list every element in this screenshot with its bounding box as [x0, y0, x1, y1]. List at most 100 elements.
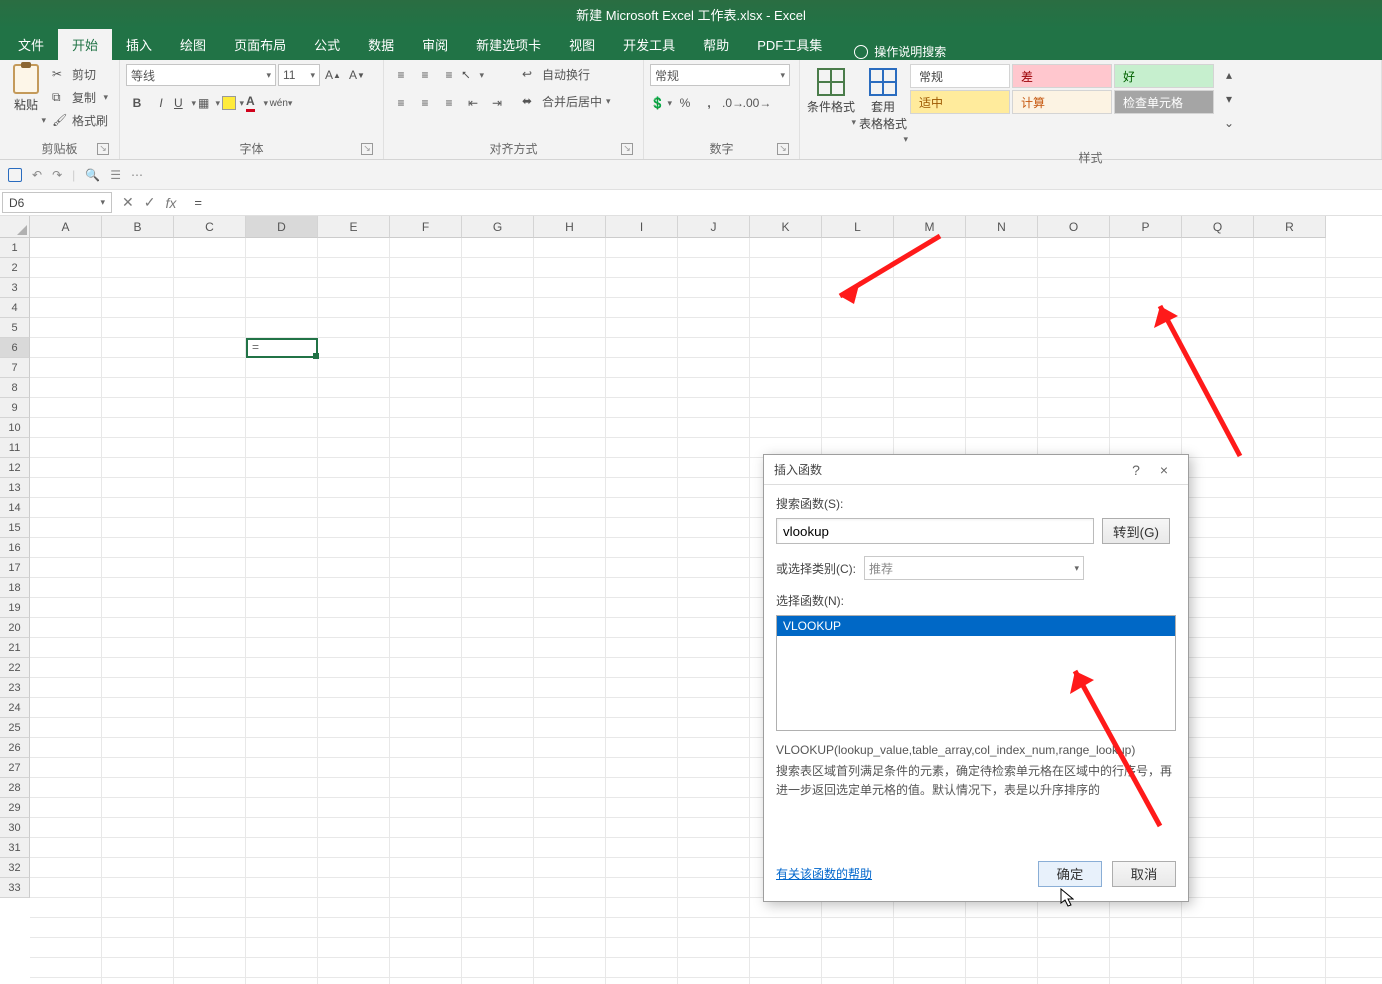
col-header-E[interactable]: E [318, 216, 390, 238]
col-header-Q[interactable]: Q [1182, 216, 1254, 238]
col-header-K[interactable]: K [750, 216, 822, 238]
row-header-26[interactable]: 26 [0, 738, 30, 758]
conditional-formatting-button[interactable]: 条件格式▾ [806, 64, 856, 128]
row-header-3[interactable]: 3 [0, 278, 30, 298]
align-center-button[interactable]: ≡ [414, 92, 436, 114]
number-format-combo[interactable]: 常规▾ [650, 64, 790, 86]
dialog-launcher-icon[interactable]: ↘ [361, 143, 373, 155]
col-header-B[interactable]: B [102, 216, 174, 238]
cell-style-calc[interactable]: 计算 [1012, 90, 1112, 114]
align-bottom-button[interactable]: ≡ [438, 64, 460, 86]
row-header-16[interactable]: 16 [0, 538, 30, 558]
align-top-button[interactable]: ≡ [390, 64, 412, 86]
phonetic-button[interactable]: wén▾ [270, 92, 292, 114]
align-right-button[interactable]: ≡ [438, 92, 460, 114]
row-header-2[interactable]: 2 [0, 258, 30, 278]
row-header-23[interactable]: 23 [0, 678, 30, 698]
tab-page-layout[interactable]: 页面布局 [220, 29, 300, 60]
row-header-11[interactable]: 11 [0, 438, 30, 458]
cut-button[interactable]: ✂剪切 [48, 64, 112, 85]
list-item-vlookup[interactable]: VLOOKUP [777, 616, 1175, 636]
col-header-F[interactable]: F [390, 216, 462, 238]
italic-button[interactable]: I [150, 92, 172, 114]
tab-insert[interactable]: 插入 [112, 29, 166, 60]
enter-formula-icon[interactable]: ✓ [144, 194, 156, 211]
decrease-indent-button[interactable]: ⇤ [462, 92, 484, 114]
col-header-R[interactable]: R [1254, 216, 1326, 238]
tell-me-search[interactable]: 操作说明搜索 [854, 43, 946, 60]
touch-mode-icon[interactable]: ☰ [110, 168, 121, 182]
column-headers[interactable]: ABCDEFGHIJKLMNOPQR [30, 216, 1326, 238]
function-help-link[interactable]: 有关该函数的帮助 [776, 865, 872, 882]
tab-data[interactable]: 数据 [354, 29, 408, 60]
align-left-button[interactable]: ≡ [390, 92, 412, 114]
row-header-14[interactable]: 14 [0, 498, 30, 518]
dialog-launcher-icon[interactable]: ↘ [621, 143, 633, 155]
copy-button[interactable]: ⧉复制▾ [48, 87, 112, 108]
row-headers[interactable]: 1234567891011121314151617181920212223242… [0, 238, 30, 898]
row-header-22[interactable]: 22 [0, 658, 30, 678]
row-header-5[interactable]: 5 [0, 318, 30, 338]
col-header-N[interactable]: N [966, 216, 1038, 238]
percent-button[interactable]: % [674, 92, 696, 114]
font-size-combo[interactable]: 11▾ [278, 64, 320, 86]
row-header-29[interactable]: 29 [0, 798, 30, 818]
cell-style-neutral[interactable]: 适中 [910, 90, 1010, 114]
redo-button[interactable]: ↷ [52, 168, 62, 182]
cell-style-check[interactable]: 检查单元格 [1114, 90, 1214, 114]
merge-center-button[interactable]: ⬌合并后居中▾ [518, 91, 615, 112]
cell-style-bad[interactable]: 差 [1012, 64, 1112, 88]
save-icon[interactable] [8, 168, 22, 182]
grow-font-button[interactable]: A▲ [322, 64, 344, 86]
row-header-9[interactable]: 9 [0, 398, 30, 418]
row-header-19[interactable]: 19 [0, 598, 30, 618]
row-header-25[interactable]: 25 [0, 718, 30, 738]
format-as-table-button[interactable]: 套用 表格格式▾ [858, 64, 908, 145]
border-button[interactable]: ▦▾ [198, 92, 220, 114]
dialog-help-icon[interactable]: ? [1122, 462, 1150, 478]
dialog-close-icon[interactable]: × [1150, 462, 1178, 478]
row-header-20[interactable]: 20 [0, 618, 30, 638]
row-header-24[interactable]: 24 [0, 698, 30, 718]
col-header-A[interactable]: A [30, 216, 102, 238]
wrap-text-button[interactable]: ↩自动换行 [518, 64, 615, 85]
cell-style-normal[interactable]: 常规 [910, 64, 1010, 88]
tab-review[interactable]: 审阅 [408, 29, 462, 60]
worksheet-area[interactable]: ABCDEFGHIJKLMNOPQR 123456789101112131415… [0, 216, 1382, 984]
tab-new[interactable]: 新建选项卡 [462, 29, 555, 60]
col-header-D[interactable]: D [246, 216, 318, 238]
category-select[interactable]: 推荐▾ [864, 556, 1084, 580]
name-box[interactable]: D6 ▾ [2, 192, 112, 213]
row-header-17[interactable]: 17 [0, 558, 30, 578]
dialog-title-bar[interactable]: 插入函数 ? × [764, 455, 1188, 485]
row-header-8[interactable]: 8 [0, 378, 30, 398]
col-header-H[interactable]: H [534, 216, 606, 238]
row-header-31[interactable]: 31 [0, 838, 30, 858]
col-header-O[interactable]: O [1038, 216, 1110, 238]
tab-help[interactable]: 帮助 [689, 29, 743, 60]
go-button[interactable]: 转到(G) [1102, 518, 1170, 544]
styles-more[interactable]: ⌄ [1218, 112, 1240, 134]
col-header-L[interactable]: L [822, 216, 894, 238]
col-header-C[interactable]: C [174, 216, 246, 238]
row-header-18[interactable]: 18 [0, 578, 30, 598]
tab-formulas[interactable]: 公式 [300, 29, 354, 60]
tab-pdf[interactable]: PDF工具集 [743, 29, 836, 60]
col-header-I[interactable]: I [606, 216, 678, 238]
comma-button[interactable]: , [698, 92, 720, 114]
row-header-21[interactable]: 21 [0, 638, 30, 658]
accounting-format-button[interactable]: 💲▾ [650, 92, 672, 114]
cancel-formula-icon[interactable]: ✕ [122, 194, 134, 211]
dialog-launcher-icon[interactable]: ↘ [97, 143, 109, 155]
row-header-13[interactable]: 13 [0, 478, 30, 498]
tab-developer[interactable]: 开发工具 [609, 29, 689, 60]
formula-input[interactable] [186, 195, 1382, 210]
row-header-6[interactable]: 6 [0, 338, 30, 358]
col-header-J[interactable]: J [678, 216, 750, 238]
row-header-7[interactable]: 7 [0, 358, 30, 378]
shrink-font-button[interactable]: A▼ [346, 64, 368, 86]
select-all-corner[interactable] [0, 216, 30, 238]
fx-icon[interactable]: fx [165, 195, 176, 211]
format-painter-button[interactable]: 🖌格式刷 [48, 110, 112, 131]
font-name-combo[interactable]: 等线▾ [126, 64, 276, 86]
